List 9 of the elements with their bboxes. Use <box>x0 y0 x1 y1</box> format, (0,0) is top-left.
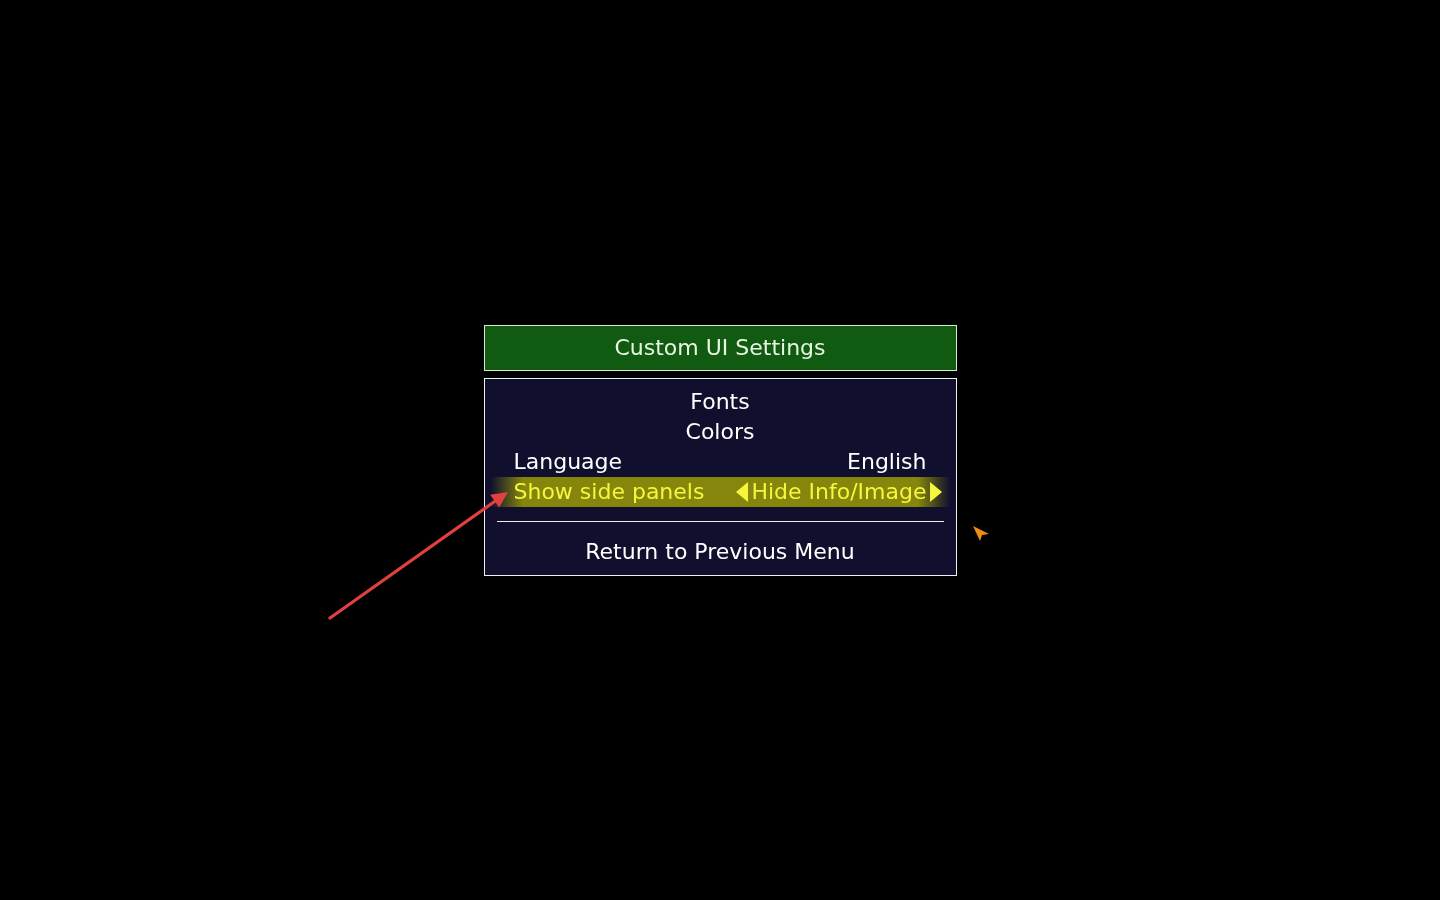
menu-title-bar: Custom UI Settings <box>483 324 957 371</box>
menu-item[interactable]: Colors <box>685 418 755 444</box>
menu-item[interactable]: Return to Previous Menu <box>585 538 855 564</box>
menu-item[interactable]: Fonts <box>690 388 750 414</box>
right-triangle-icon[interactable] <box>929 481 942 502</box>
pointer-icon <box>972 525 989 541</box>
left-triangle-icon[interactable] <box>736 481 749 502</box>
option-value[interactable]: English <box>847 446 927 477</box>
menu-item[interactable]: Language <box>513 446 623 477</box>
